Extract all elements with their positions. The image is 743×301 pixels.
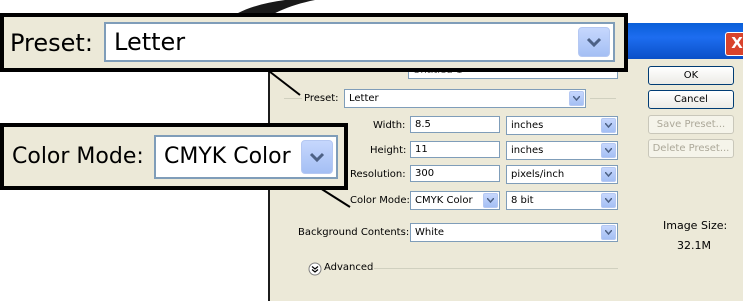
callout-preset-label: Preset: [10, 29, 93, 57]
chevron-down-icon[interactable] [578, 27, 610, 57]
color-mode-zoom-callout: Color Mode: CMYK Color [0, 123, 348, 190]
callout-color-mode-label: Color Mode: [12, 144, 144, 169]
callout-color-mode-value: CMYK Color [164, 144, 291, 169]
callout-preset-select[interactable]: Letter [104, 22, 615, 62]
callout-preset-value: Letter [114, 28, 186, 56]
callout-color-mode-select[interactable]: CMYK Color [154, 135, 338, 179]
preset-zoom-callout: Preset: Letter [0, 13, 628, 72]
chevron-down-icon[interactable] [301, 140, 333, 174]
